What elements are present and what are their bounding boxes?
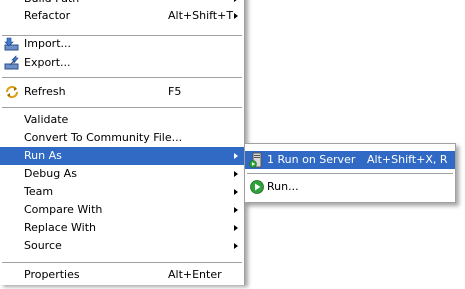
- menu-item-label: Export...: [24, 56, 71, 69]
- submenu-item-label: Run...: [267, 180, 299, 193]
- menu-separator: [2, 77, 242, 79]
- menu-item-shortcut: F5: [168, 85, 182, 98]
- menu-item-team[interactable]: Team: [0, 183, 244, 201]
- menu-item-export[interactable]: Export...: [0, 54, 244, 72]
- menu-item-label: Team: [24, 185, 54, 198]
- submenu-arrow-icon: [234, 13, 238, 19]
- menu-item-convert-to-community-file[interactable]: Convert To Community File...: [0, 129, 244, 147]
- submenu-arrow-icon: [234, 0, 238, 2]
- server-run-icon: [249, 152, 262, 168]
- menu-item-shortcut: Alt+Enter: [168, 268, 222, 281]
- menu-item-label: Convert To Community File...: [24, 131, 183, 144]
- menu-item-refresh[interactable]: Refresh F5: [0, 83, 244, 101]
- menu-item-label: Run As: [24, 149, 62, 162]
- submenu-arrow-icon: [234, 153, 238, 159]
- submenu-item-run-on-server[interactable]: 1 Run on Server Alt+Shift+X, R: [245, 151, 455, 169]
- menu-separator: [2, 107, 242, 109]
- menu-item-label: Validate: [24, 113, 69, 126]
- submenu-arrow-icon: [234, 171, 238, 177]
- submenu-arrow-icon: [234, 189, 238, 195]
- menu-separator: [2, 262, 242, 264]
- refresh-icon: [5, 85, 19, 99]
- menu-item-label: Compare With: [24, 203, 103, 216]
- submenu-arrow-icon: [234, 243, 238, 249]
- submenu-arrow-icon: [234, 207, 238, 213]
- menu-item-label: Properties: [24, 268, 80, 281]
- import-icon: [4, 37, 19, 51]
- menu-item-validate[interactable]: Validate: [0, 111, 244, 129]
- submenu-item-shortcut: Alt+Shift+X, R: [367, 153, 448, 166]
- menu-item-label: Import...: [24, 37, 71, 50]
- run-as-submenu: 1 Run on Server Alt+Shift+X, R Run...: [244, 143, 456, 203]
- menu-item-refactor[interactable]: Refactor Alt+Shift+T: [0, 7, 244, 25]
- menu-item-label: Debug As: [24, 167, 77, 180]
- submenu-separator: [247, 173, 453, 175]
- menu-item-properties[interactable]: Properties Alt+Enter: [0, 266, 244, 284]
- export-icon: [4, 55, 19, 70]
- menu-item-source[interactable]: Source: [0, 237, 244, 255]
- submenu-item-label: 1 Run on Server: [267, 153, 356, 166]
- menu-item-label: Source: [24, 239, 62, 252]
- submenu-arrow-icon: [234, 225, 238, 231]
- menu-item-label: Refresh: [24, 85, 66, 98]
- run-icon: [250, 180, 264, 194]
- menu-item-replace-with[interactable]: Replace With: [0, 219, 244, 237]
- context-menu: Build Path Refactor Alt+Shift+T Import..…: [0, 0, 245, 285]
- menu-item-label: Replace With: [24, 221, 96, 234]
- submenu-item-run[interactable]: Run...: [245, 178, 455, 196]
- menu-item-import[interactable]: Import...: [0, 35, 244, 53]
- menu-item-run-as[interactable]: Run As: [0, 147, 244, 165]
- menu-item-shortcut: Alt+Shift+T: [168, 9, 234, 22]
- menu-item-compare-with[interactable]: Compare With: [0, 201, 244, 219]
- menu-item-label: Refactor: [24, 9, 71, 22]
- menu-item-debug-as[interactable]: Debug As: [0, 165, 244, 183]
